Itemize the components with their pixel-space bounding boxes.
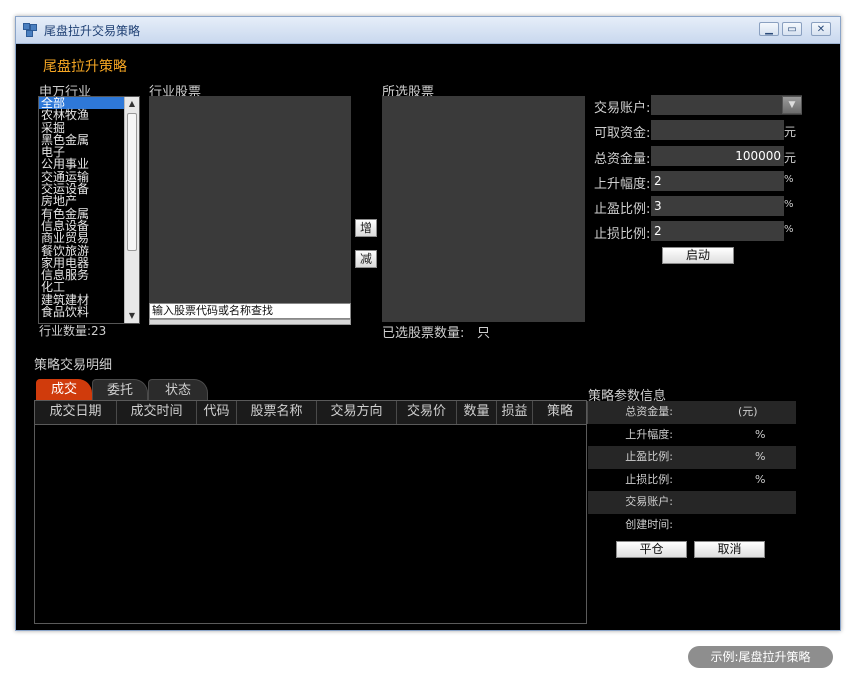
loss-field[interactable]: 2 xyxy=(651,221,784,241)
chevron-down-icon[interactable]: ▼ xyxy=(782,96,802,114)
close-icon[interactable]: ✕ xyxy=(811,22,831,36)
column-header[interactable]: 数量 xyxy=(457,401,497,424)
app-icon xyxy=(23,23,37,37)
industry-item[interactable]: 房地产 xyxy=(39,195,125,207)
cancel-button[interactable]: 取消 xyxy=(694,541,765,558)
industry-item[interactable]: 食品饮料 xyxy=(39,306,125,318)
scroll-thumb[interactable] xyxy=(127,113,137,251)
remove-button[interactable]: 减 xyxy=(355,250,377,268)
industry-item[interactable]: 公用事业 xyxy=(39,158,125,170)
maximize-icon[interactable]: ▭ xyxy=(782,22,802,36)
scroll-up-icon[interactable]: ▲ xyxy=(125,97,139,111)
params-value: (元) xyxy=(738,405,758,418)
window-title: 尾盘拉升交易策略 xyxy=(44,24,141,38)
industry-items: 全部 农林牧渔 采掘 黑色金属 电子 公用事业 交通运输 交运设备 房地产 有色金属 信息设备 商业贸… xyxy=(39,97,125,318)
params-table: 总资金量: (元) 上升幅度:% 止盈比例:% 止损比例:% 交易账户: 创建时间: xyxy=(588,401,796,537)
industry-item[interactable]: 农林牧渔 xyxy=(39,109,125,121)
total-label: 总资金量: xyxy=(594,152,651,167)
strategy-window: 尾盘拉升交易策略 ▁ ▭ ✕ 尾盘拉升策略 申万行业 全部 农林牧渔 采掘 黑色金属电… xyxy=(15,16,841,631)
total-unit: 元 xyxy=(784,151,797,165)
stock-search-input[interactable]: 输入股票代码或名称查找 xyxy=(149,303,351,319)
rise-field[interactable]: 2 xyxy=(651,171,784,191)
industry-count: 行业数量:23 xyxy=(39,324,107,338)
start-button[interactable]: 启动 xyxy=(662,247,734,264)
minimize-icon[interactable]: ▁ xyxy=(759,22,779,36)
column-header[interactable]: 交易方向 xyxy=(317,401,397,424)
profit-unit: % xyxy=(784,199,794,210)
selected-count-label: 已选股票数量: xyxy=(382,326,465,341)
params-row: 交易账户: xyxy=(588,491,796,514)
params-row: 总资金量: (元) xyxy=(588,401,796,424)
params-key: 止损比例: xyxy=(625,472,673,486)
industry-item[interactable]: 商业贸易 xyxy=(39,232,125,244)
available-unit: 元 xyxy=(784,125,797,139)
detail-label: 策略交易明细 xyxy=(34,358,113,373)
rise-label: 上升幅度: xyxy=(594,177,651,192)
column-header[interactable]: 代码 xyxy=(197,401,237,424)
column-header[interactable]: 成交时间 xyxy=(117,401,197,424)
stocks-list[interactable] xyxy=(149,96,351,303)
params-key: 上升幅度: xyxy=(625,427,673,441)
available-field[interactable] xyxy=(651,120,784,140)
params-key: 止盈比例: xyxy=(625,450,673,464)
params-row: 创建时间: xyxy=(588,514,796,537)
column-header[interactable]: 策略 xyxy=(533,401,588,424)
trade-grid[interactable]: 成交日期 成交时间 代码 股票名称 交易方向 交易价 数量 损益 策略 xyxy=(34,400,588,624)
loss-label: 止损比例: xyxy=(594,227,651,242)
close-position-button[interactable]: 平仓 xyxy=(616,541,687,558)
profit-label: 止盈比例: xyxy=(594,202,651,217)
column-header[interactable]: 损益 xyxy=(497,401,533,424)
stocks-hscrollbar[interactable] xyxy=(149,319,351,325)
params-row: 上升幅度:% xyxy=(588,424,796,447)
page-heading: 尾盘拉升策略 xyxy=(43,59,127,75)
selected-stocks-list[interactable] xyxy=(382,96,585,322)
loss-unit: % xyxy=(784,224,794,235)
account-label: 交易账户: xyxy=(594,101,651,116)
params-value: % xyxy=(755,450,766,464)
profit-field[interactable]: 3 xyxy=(651,196,784,216)
tab-trades[interactable]: 成交 xyxy=(36,379,92,400)
available-label: 可取资金: xyxy=(594,126,651,141)
add-button[interactable]: 增 xyxy=(355,219,377,237)
params-value: % xyxy=(755,472,766,486)
tab-status[interactable]: 状态 xyxy=(148,379,208,400)
params-row: 止损比例:% xyxy=(588,469,796,492)
title-bar: 尾盘拉升交易策略 ▁ ▭ ✕ xyxy=(16,17,840,44)
grid-header: 成交日期 成交时间 代码 股票名称 交易方向 交易价 数量 损益 策略 xyxy=(35,401,588,425)
account-select[interactable] xyxy=(651,95,802,115)
params-value: % xyxy=(755,427,766,441)
scroll-down-icon[interactable]: ▼ xyxy=(125,309,139,323)
params-row: 止盈比例:% xyxy=(588,446,796,469)
example-badge: 示例:尾盘拉升策略 xyxy=(688,646,833,668)
selected-count-unit: 只 xyxy=(477,326,491,341)
params-key: 总资金量: xyxy=(625,405,673,418)
tab-orders[interactable]: 委托 xyxy=(92,379,148,400)
industry-item[interactable]: 化工 xyxy=(39,281,125,293)
total-field[interactable]: 100000 xyxy=(651,146,784,166)
industry-item[interactable]: 餐饮旅游 xyxy=(39,244,125,257)
rise-unit: % xyxy=(784,174,794,185)
params-key: 交易账户: xyxy=(625,495,673,509)
industry-scrollbar[interactable]: ▲ ▼ xyxy=(124,97,139,323)
column-header[interactable]: 交易价 xyxy=(397,401,457,424)
params-key: 创建时间: xyxy=(625,517,673,531)
column-header[interactable]: 成交日期 xyxy=(35,401,117,424)
industry-list[interactable]: 全部 农林牧渔 采掘 黑色金属 电子 公用事业 交通运输 交运设备 房地产 有色金属 信息设备 商业贸… xyxy=(38,96,140,324)
column-header[interactable]: 股票名称 xyxy=(237,401,317,424)
